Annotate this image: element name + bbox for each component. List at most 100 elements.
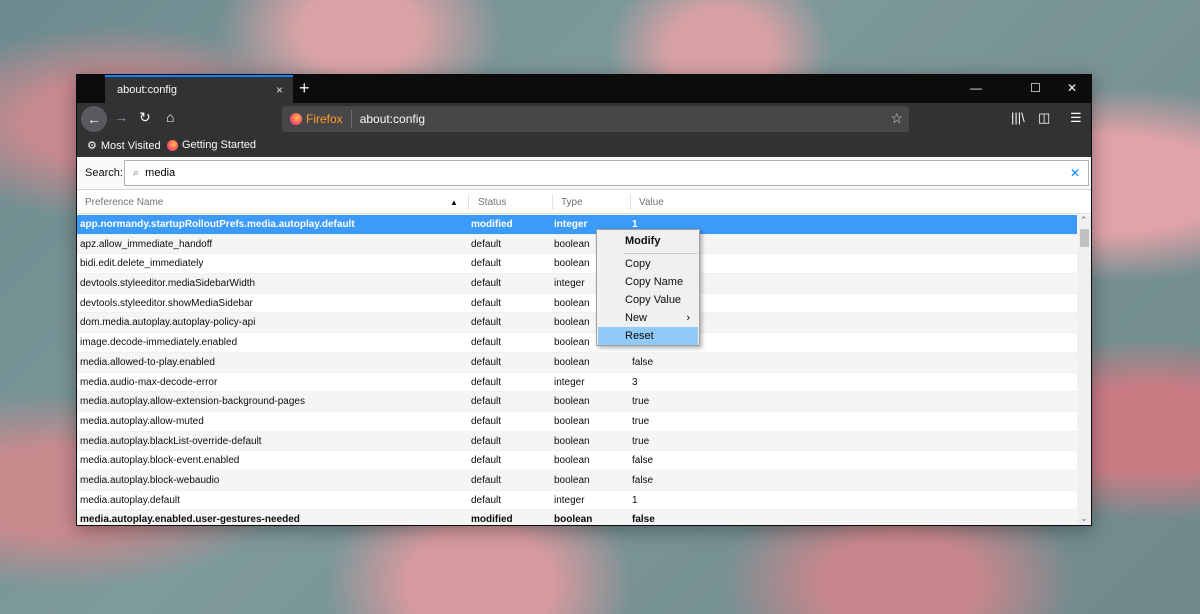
bookmark-most-visited[interactable]: ⚙ Most Visited — [87, 139, 161, 153]
back-button[interactable]: ← — [81, 106, 107, 132]
pref-value: false — [632, 514, 655, 526]
bookmark-star-icon[interactable]: ☆ — [890, 110, 903, 127]
gear-icon: ⚙ — [87, 140, 97, 152]
pref-type: boolean — [554, 514, 593, 526]
home-button[interactable]: ⌂ — [166, 109, 174, 125]
pref-status: default — [471, 376, 502, 388]
sort-ascending-icon: ▲ — [450, 198, 458, 207]
pref-name: devtools.styleeditor.mediaSidebarWidth — [80, 278, 256, 290]
menu-item-copy-name[interactable]: Copy Name — [598, 273, 698, 291]
pref-status: modified — [471, 219, 513, 230]
table-row[interactable]: app.normandy.startupRolloutPrefs.media.a… — [77, 215, 1077, 235]
forward-button[interactable]: → — [114, 109, 128, 125]
url-bar[interactable]: Firefox about:config ☆ — [282, 106, 909, 132]
pref-name: media.autoplay.blackList-override-defaul… — [80, 435, 262, 447]
column-header-name[interactable]: Preference Name — [85, 197, 163, 208]
table-row[interactable]: devtools.styleeditor.showMediaSidebar def… — [77, 294, 1077, 314]
bookmark-label: Most Visited — [100, 139, 161, 152]
preferences-table: app.normandy.startupRolloutPrefs.media.a… — [77, 215, 1077, 525]
pref-name: devtools.styleeditor.showMediaSidebar — [80, 297, 253, 309]
column-divider[interactable] — [468, 194, 469, 210]
pref-status: default — [471, 258, 502, 270]
pref-value: false — [632, 455, 654, 467]
column-header-status[interactable]: Status — [478, 197, 506, 208]
table-row[interactable]: media.autoplay.allow-muted default boolean… — [77, 412, 1077, 432]
table-row[interactable]: media.audio-max-decode-error default integ… — [77, 373, 1077, 393]
menu-item-copy-value[interactable]: Copy Value — [598, 291, 698, 309]
column-header-type[interactable]: Type — [561, 197, 583, 208]
reload-button[interactable]: ↻ — [139, 109, 151, 126]
table-row[interactable]: bidi.edit.delete_immediately default boole… — [77, 254, 1077, 275]
sidebar-icon[interactable]: ◫ — [1038, 110, 1050, 126]
tab-about-config[interactable]: about:config × — [105, 75, 293, 103]
pref-name: app.normandy.startupRolloutPrefs.media.a… — [80, 219, 355, 230]
pref-name: apz.allow_immediate_handoff — [80, 238, 213, 250]
pref-name: media.autoplay.allow-muted — [80, 415, 204, 427]
pref-type: boolean — [554, 258, 590, 270]
url-text[interactable]: about:config — [352, 112, 425, 126]
menu-item-label: New — [625, 312, 648, 324]
library-icon[interactable]: |||\ — [1011, 110, 1025, 125]
column-divider[interactable] — [552, 194, 553, 210]
bookmarks-toolbar: ⚙ Most Visited Getting Started — [77, 135, 1091, 157]
menu-item-reset[interactable]: Reset — [598, 327, 698, 345]
column-header-value[interactable]: Value — [639, 197, 664, 208]
pref-value: true — [632, 415, 650, 427]
pref-status: default — [471, 356, 502, 368]
table-row[interactable]: media.autoplay.block-event.enabled defaul… — [77, 451, 1077, 471]
tab-title: about:config — [117, 84, 177, 96]
firefox-icon — [290, 113, 302, 125]
table-row[interactable]: media.allowed-to-play.enabled default bool… — [77, 352, 1077, 373]
tab-close-icon[interactable]: × — [276, 83, 283, 97]
table-row[interactable]: apz.allow_immediate_handoff default boolea… — [77, 234, 1077, 255]
pref-name: media.audio-max-decode-error — [80, 376, 218, 388]
pref-name: media.autoplay.block-event.enabled — [80, 455, 240, 467]
menu-item-label: Modify — [625, 235, 661, 247]
back-arrow-icon: ← — [87, 111, 101, 127]
table-row[interactable]: dom.media.autoplay.autoplay-policy-api de… — [77, 313, 1077, 334]
pref-status: default — [471, 317, 502, 329]
menu-item-modify[interactable]: Modify — [598, 232, 698, 250]
pref-name: image.decode-immediately.enabled — [80, 337, 238, 349]
pref-status: default — [471, 337, 502, 349]
scroll-up-icon[interactable]: ⌃ — [1080, 215, 1088, 226]
clear-search-icon[interactable]: ✕ — [1070, 166, 1080, 180]
close-window-button[interactable]: ✕ — [1067, 81, 1077, 95]
new-tab-button[interactable]: + — [299, 78, 310, 99]
menu-separator — [624, 253, 697, 254]
scrollbar-thumb[interactable] — [1080, 229, 1089, 247]
pref-name: dom.media.autoplay.autoplay-policy-api — [80, 317, 256, 329]
identity-box[interactable]: Firefox — [282, 110, 352, 128]
search-input[interactable]: ⌕ media ✕ — [124, 160, 1089, 186]
table-row[interactable]: media.autoplay.enabled.user-gestures-nee… — [77, 510, 1077, 526]
identity-label: Firefox — [306, 112, 343, 126]
pref-name: media.allowed-to-play.enabled — [80, 356, 215, 368]
column-divider[interactable] — [630, 194, 631, 210]
menu-item-new[interactable]: New › — [598, 309, 698, 327]
pref-value: true — [632, 396, 650, 408]
pref-status: default — [471, 474, 502, 486]
table-row[interactable]: devtools.styleeditor.mediaSidebarWidth de… — [77, 274, 1077, 294]
table-row[interactable]: media.autoplay.default default integer 1 — [77, 491, 1077, 511]
bookmark-getting-started[interactable]: Getting Started — [167, 139, 256, 151]
vertical-scrollbar[interactable]: ⌃ ⌄ — [1077, 215, 1091, 525]
pref-status: default — [471, 238, 502, 250]
pref-type: boolean — [554, 396, 590, 408]
menu-item-label: Copy Value — [625, 294, 682, 306]
minimize-button[interactable]: — — [970, 81, 982, 95]
pref-value: false — [632, 356, 654, 368]
table-row[interactable]: media.autoplay.block-webaudio default bool… — [77, 470, 1077, 491]
pref-name: media.autoplay.allow-extension-backgroun… — [80, 396, 305, 408]
menu-item-label: Copy — [625, 258, 651, 270]
search-label: Search: — [85, 167, 123, 179]
maximize-button[interactable]: ☐ — [1030, 81, 1041, 95]
pref-status: default — [471, 435, 502, 447]
table-row[interactable]: media.autoplay.allow-extension-backgroun… — [77, 392, 1077, 412]
table-row[interactable]: media.autoplay.blackList-override-defaul… — [77, 431, 1077, 452]
menu-item-copy[interactable]: Copy — [598, 255, 698, 273]
menu-icon[interactable]: ☰ — [1070, 110, 1082, 126]
pref-status: default — [471, 278, 502, 290]
search-row: Search: ⌕ media ✕ — [77, 157, 1091, 190]
scroll-down-icon[interactable]: ⌄ — [1080, 513, 1088, 524]
table-row[interactable]: image.decode-immediately.enabled default b… — [77, 333, 1077, 353]
